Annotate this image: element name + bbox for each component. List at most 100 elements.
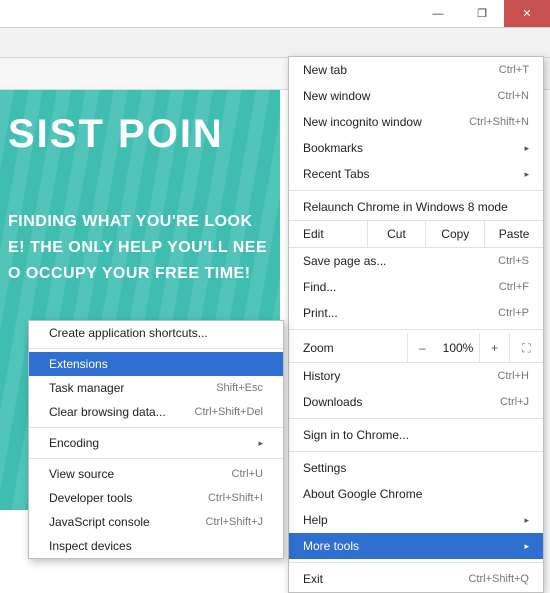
shortcut: Ctrl+Shift+N [469,116,529,128]
label: Bookmarks [303,141,363,155]
minimize-button[interactable]: — [416,0,460,27]
menu-item-print[interactable]: Print... Ctrl+P [289,300,543,326]
separator [29,427,283,428]
label: Clear browsing data... [49,405,166,419]
label: Recent Tabs [303,167,370,181]
label: Print... [303,306,338,320]
label: History [303,369,340,383]
label: Task manager [49,381,124,395]
shortcut: Ctrl+U [232,468,263,480]
label: Save page as... [303,254,386,268]
menu-edit-row: Edit Cut Copy Paste [289,220,543,248]
shortcut: Ctrl+Shift+I [208,492,263,504]
label: New window [303,89,370,103]
menu-zoom-row: Zoom – 100% + ⛶ [289,333,543,363]
menu-item-incognito[interactable]: New incognito window Ctrl+Shift+N [289,109,543,135]
label: Relaunch Chrome in Windows 8 mode [303,200,508,214]
label: Settings [303,461,346,475]
label: About Google Chrome [303,487,422,501]
menu-item-new-tab[interactable]: New tab Ctrl+T [289,57,543,83]
close-button[interactable]: ✕ [504,0,550,27]
submenu-item-encoding[interactable]: Encoding ▸ [29,431,283,455]
shortcut: Ctrl+J [500,396,529,408]
chrome-main-menu: New tab Ctrl+T New window Ctrl+N New incog… [288,56,544,593]
separator [289,329,543,330]
menu-item-settings[interactable]: Settings [289,455,543,481]
menu-item-more-tools[interactable]: More tools ▸ [289,533,543,559]
menu-item-history[interactable]: History Ctrl+H [289,363,543,389]
separator [29,348,283,349]
menu-item-find[interactable]: Find... Ctrl+F [289,274,543,300]
window-titlebar: — ❐ ✕ [0,0,550,28]
shortcut: Shift+Esc [216,382,263,394]
submenu-item-view-source[interactable]: View source Ctrl+U [29,462,283,486]
separator [289,418,543,419]
menu-item-downloads[interactable]: Downloads Ctrl+J [289,389,543,415]
shortcut: Ctrl+Shift+J [206,516,263,528]
separator [29,458,283,459]
separator [289,190,543,191]
chevron-right-icon: ▸ [524,541,529,552]
paste-button[interactable]: Paste [485,221,543,247]
copy-button[interactable]: Copy [426,221,485,247]
shortcut: Ctrl+N [498,90,529,102]
shortcut: Ctrl+Shift+Del [195,406,263,418]
cut-button[interactable]: Cut [368,221,427,247]
separator [289,562,543,563]
sub-line-3: O OCCUPY YOUR FREE TIME! [8,261,280,287]
zoom-out-button[interactable]: – [407,333,437,363]
label: Extensions [49,357,108,371]
shortcut: Ctrl+H [498,370,529,382]
label: Find... [303,280,336,294]
submenu-item-js-console[interactable]: JavaScript console Ctrl+Shift+J [29,510,283,534]
sub-line-1: FINDING WHAT YOU'RE LOOK [8,209,280,235]
label: New incognito window [303,115,422,129]
page-subtitle: FINDING WHAT YOU'RE LOOK E! THE ONLY HEL… [0,157,280,287]
label: Help [303,513,328,527]
zoom-value: 100% [437,341,479,355]
label: Downloads [303,395,362,409]
maximize-button[interactable]: ❐ [460,0,504,27]
chevron-right-icon: ▸ [524,169,529,180]
submenu-item-extensions[interactable]: Extensions [29,352,283,376]
shortcut: Ctrl+P [498,307,529,319]
separator [289,451,543,452]
chevron-right-icon: ▸ [258,438,263,449]
sub-line-2: E! THE ONLY HELP YOU'LL NEE [8,235,280,261]
chevron-right-icon: ▸ [524,515,529,526]
shortcut: Ctrl+F [499,281,529,293]
menu-item-signin[interactable]: Sign in to Chrome... [289,422,543,448]
menu-item-recent-tabs[interactable]: Recent Tabs ▸ [289,161,543,187]
label: View source [49,467,114,481]
menu-item-bookmarks[interactable]: Bookmarks▸ [289,135,543,161]
menu-item-relaunch[interactable]: Relaunch Chrome in Windows 8 mode [289,194,543,220]
submenu-item-task-manager[interactable]: Task manager Shift+Esc [29,376,283,400]
label: Create application shortcuts... [49,326,208,340]
more-tools-submenu: Create application shortcuts... Extensio… [28,320,284,559]
shortcut: Ctrl+S [498,255,529,267]
menu-item-help[interactable]: Help ▸ [289,507,543,533]
label: Sign in to Chrome... [303,428,409,442]
submenu-item-devtools[interactable]: Developer tools Ctrl+Shift+I [29,486,283,510]
label: Inspect devices [49,539,132,553]
label: New tab [303,63,347,77]
shortcut: Ctrl+T [499,64,529,76]
menu-item-new-window[interactable]: New window Ctrl+N [289,83,543,109]
zoom-label: Zoom [289,341,359,355]
menu-item-save-page[interactable]: Save page as... Ctrl+S [289,248,543,274]
edit-label: Edit [289,221,368,247]
zoom-in-button[interactable]: + [479,333,509,363]
fullscreen-icon[interactable]: ⛶ [509,333,543,363]
label: Exit [303,572,323,586]
label: More tools [303,539,359,553]
menu-item-exit[interactable]: ExitCtrl+Shift+Q [289,566,543,592]
tab-strip[interactable] [0,28,550,58]
menu-item-about[interactable]: About Google Chrome [289,481,543,507]
submenu-item-clear-data[interactable]: Clear browsing data... Ctrl+Shift+Del [29,400,283,424]
submenu-item-shortcuts[interactable]: Create application shortcuts... [29,321,283,345]
page-title: SIST POIN [0,90,280,157]
label: Developer tools [49,491,132,505]
label: Encoding [49,436,99,450]
label: JavaScript console [49,515,150,529]
submenu-item-inspect[interactable]: Inspect devices [29,534,283,558]
